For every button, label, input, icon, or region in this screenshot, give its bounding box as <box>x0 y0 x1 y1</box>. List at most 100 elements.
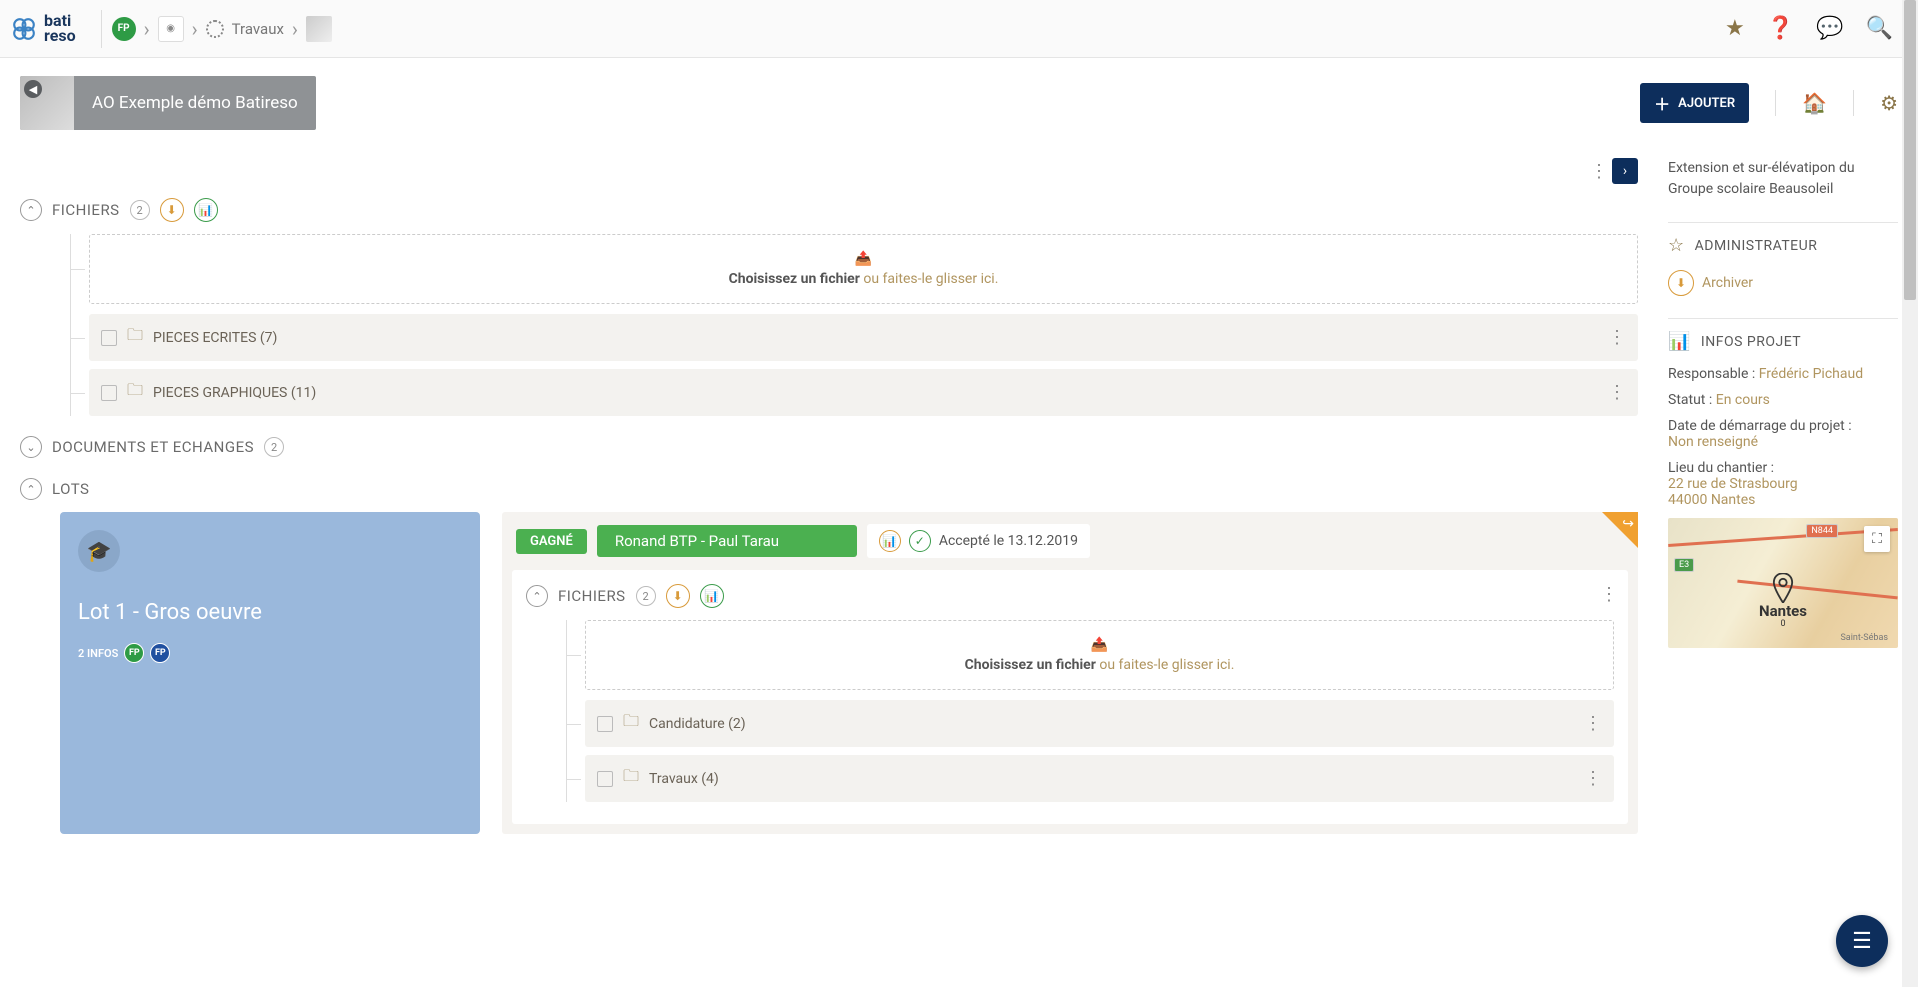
section-title: INFOS PROJET <box>1701 334 1801 350</box>
folder-candidature[interactable]: 🗀 Candidature (2) ⋮ <box>585 700 1614 747</box>
scrollbar[interactable] <box>1902 0 1918 987</box>
section-title: DOCUMENTS ET ECHANGES <box>52 438 254 456</box>
chevron-right-icon: › <box>144 17 150 41</box>
collapse-toggle[interactable]: ⌃ <box>20 478 42 500</box>
share-corner[interactable] <box>1602 512 1638 548</box>
chevron-right-icon: › <box>192 17 198 41</box>
file-dropzone[interactable]: 📤 Choisissez un fichier ou faites-le gli… <box>585 620 1614 690</box>
folder-pieces-graphiques[interactable]: 🗀 PIECES GRAPHIQUES (11) ⋮ <box>89 369 1638 416</box>
fullscreen-icon[interactable]: ⛶ <box>1864 526 1890 552</box>
loading-icon <box>206 20 224 38</box>
company-tag[interactable]: Ronand BTP - Paul Tarau <box>597 525 857 557</box>
section-title: FICHIERS <box>52 201 120 219</box>
accepted-date: Accepté le 13.12.2019 <box>939 533 1078 549</box>
map-zoom-label: 0 <box>1776 618 1789 630</box>
gear-icon[interactable]: ⚙ <box>1880 91 1898 115</box>
stats-icon[interactable]: 📊 <box>879 530 901 552</box>
dropzone-text: Choisissez un fichier <box>965 657 1100 673</box>
more-dots-icon[interactable]: ⋮ <box>1608 327 1626 348</box>
checkbox[interactable] <box>101 330 117 346</box>
chevron-right-icon: › <box>292 17 298 41</box>
bar-chart-icon: 📊 <box>1668 331 1691 352</box>
lot-detail-panel: GAGNÉ Ronand BTP - Paul Tarau 📊 ✓ Accept… <box>502 512 1638 834</box>
road-badge: E3 <box>1674 558 1694 572</box>
count-badge: 2 <box>636 586 656 606</box>
home-icon[interactable]: 🏠 <box>1802 91 1827 115</box>
help-icon[interactable]: ❓ <box>1767 16 1794 41</box>
more-dots-icon[interactable]: ⋮ <box>1608 382 1626 403</box>
more-dots-icon[interactable]: ⋮ <box>1600 584 1618 605</box>
dropzone-subtext: ou faites-le glisser ici. <box>863 271 998 287</box>
add-button[interactable]: ＋AJOUTER <box>1640 83 1749 123</box>
page-header: ◀ AO Exemple démo Batireso ＋AJOUTER 🏠 ⚙ <box>0 58 1918 148</box>
folder-icon: 🗀 <box>127 379 143 406</box>
sidebar-toggle[interactable]: › <box>1612 158 1638 184</box>
info-date: Date de démarrage du projet :Non renseig… <box>1668 418 1898 450</box>
download-icon[interactable]: ⬇ <box>160 198 184 222</box>
more-dots-icon[interactable]: ⋮ <box>1590 161 1608 182</box>
map-town-label: Saint-Sébas <box>1836 632 1892 644</box>
stats-icon[interactable]: 📊 <box>700 584 724 608</box>
user-avatar[interactable]: FP <box>150 643 170 663</box>
star-icon[interactable]: ★ <box>1725 16 1745 41</box>
folder-travaux[interactable]: 🗀 Travaux (4) ⋮ <box>585 755 1614 802</box>
sidebar-panel: Extension et sur-élévatipon du Groupe sc… <box>1658 148 1918 854</box>
collapse-toggle[interactable]: ⌄ <box>20 436 42 458</box>
user-avatar[interactable]: FP <box>124 643 144 663</box>
folder-icon: 🗀 <box>623 765 639 792</box>
info-statut: Statut : En cours <box>1668 392 1898 408</box>
breadcrumb-item-icon[interactable]: ◉ <box>158 16 184 42</box>
count-badge: 2 <box>264 437 284 457</box>
stats-icon[interactable]: 📊 <box>194 198 218 222</box>
logo[interactable]: batireso <box>10 14 76 43</box>
archive-icon[interactable]: ⬇ <box>1668 270 1694 296</box>
section-title: FICHIERS <box>558 587 626 605</box>
download-icon[interactable]: ⬇ <box>666 584 690 608</box>
separator <box>1853 90 1854 116</box>
section-title: ADMINISTRATEUR <box>1695 238 1818 254</box>
archive-link[interactable]: Archiver <box>1702 275 1753 291</box>
breadcrumb-thumbnail[interactable] <box>306 16 332 42</box>
upload-icon: 📤 <box>106 251 1621 267</box>
section-title: LOTS <box>52 480 89 498</box>
checkbox[interactable] <box>597 771 613 787</box>
folder-label: PIECES GRAPHIQUES (11) <box>153 385 316 401</box>
section-lots-header: ⌃ LOTS <box>20 478 1638 500</box>
checkbox[interactable] <box>101 385 117 401</box>
collapse-toggle[interactable]: ⌃ <box>20 199 42 221</box>
infos-section-header: 📊 INFOS PROJET <box>1668 331 1898 352</box>
logo-icon <box>10 15 38 43</box>
collapse-toggle[interactable]: ⌃ <box>526 585 548 607</box>
file-dropzone[interactable]: 📤 Choisissez un fichier ou faites-le gli… <box>89 234 1638 304</box>
user-avatar[interactable]: FP <box>112 17 136 41</box>
dropzone-text: Choisissez un fichier <box>729 271 864 287</box>
chat-icon[interactable]: 💬 <box>1816 16 1843 41</box>
logo-text: batireso <box>44 14 76 43</box>
back-button[interactable]: ◀ <box>24 80 42 98</box>
page-title-container: ◀ AO Exemple démo Batireso <box>20 76 316 130</box>
project-description: Extension et sur-élévatipon du Groupe sc… <box>1668 158 1898 200</box>
separator <box>1668 222 1898 223</box>
lot-card[interactable]: 🎓 Lot 1 - Gros oeuvre 2 INFOS FP FP <box>60 512 480 834</box>
checkbox[interactable] <box>597 716 613 732</box>
plus-icon: ＋ <box>1654 91 1670 115</box>
breadcrumb-travaux[interactable]: Travaux <box>232 20 284 38</box>
count-badge: 2 <box>130 200 150 220</box>
map[interactable]: N844 E3 Sain Saint-Sébas Nantes 0 ⛶ <box>1668 518 1898 648</box>
more-dots-icon[interactable]: ⋮ <box>1584 768 1602 789</box>
separator <box>101 10 102 48</box>
status-won-badge: GAGNÉ <box>516 529 587 554</box>
accepted-status: 📊 ✓ Accepté le 13.12.2019 <box>867 524 1090 558</box>
lot-infos-count: 2 INFOS <box>78 647 118 660</box>
more-dots-icon[interactable]: ⋮ <box>1584 713 1602 734</box>
folder-pieces-ecrites[interactable]: 🗀 PIECES ECRITES (7) ⋮ <box>89 314 1638 361</box>
page-title: AO Exemple démo Batireso <box>74 93 316 113</box>
section-documents-header: ⌄ DOCUMENTS ET ECHANGES 2 <box>20 436 1638 458</box>
info-lieu: Lieu du chantier : 22 rue de Strasbourg … <box>1668 460 1898 508</box>
lot-title: Lot 1 - Gros oeuvre <box>78 600 462 625</box>
admin-section-header: ☆ ADMINISTRATEUR <box>1668 235 1898 256</box>
search-icon[interactable]: 🔍 <box>1866 16 1893 41</box>
dropzone-subtext: ou faites-le glisser ici. <box>1099 657 1234 673</box>
fab-menu-button[interactable]: ☰ <box>1836 915 1888 967</box>
folder-label: Travaux (4) <box>649 771 719 787</box>
